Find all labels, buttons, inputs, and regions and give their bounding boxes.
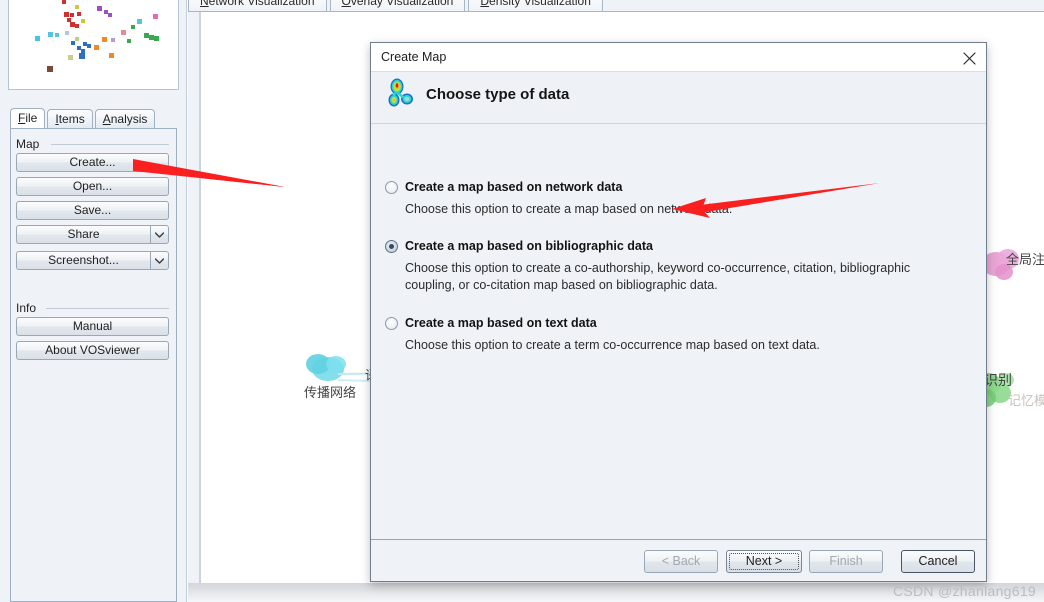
sidebar-tab-items-label: tems: [58, 112, 85, 126]
about-vosviewer-button[interactable]: About VOSviewer: [16, 341, 169, 360]
option-network-data[interactable]: Create a map based on network data Choos…: [385, 180, 732, 218]
radio-network-data[interactable]: [385, 180, 398, 194]
option-text-data[interactable]: Create a map based on text data Choose t…: [385, 316, 820, 354]
share-dropdown-chevron-down-icon[interactable]: [150, 225, 169, 244]
create-map-dialog: Create Map Choose type of data Create a …: [370, 42, 987, 582]
share-button[interactable]: Share: [16, 225, 150, 244]
save-map-button[interactable]: Save...: [16, 201, 169, 220]
create-map-button[interactable]: Create...: [16, 153, 169, 172]
node-label-chuanbowangluo: 传播网络: [304, 385, 357, 400]
option-bibliographic-data-description: Choose this option to create a co-author…: [405, 261, 911, 292]
tab-density-visualization-label: ensity Visualization: [489, 0, 591, 8]
map-overview-thumbnail[interactable]: [8, 0, 179, 90]
sidebar-tab-items[interactable]: Items: [47, 109, 93, 128]
cancel-button[interactable]: Cancel: [901, 550, 975, 573]
group-rule-map: [51, 144, 169, 145]
back-button[interactable]: < Back: [644, 550, 718, 573]
vosviewer-density-icon: [383, 76, 419, 112]
radio-bibliographic-data[interactable]: [385, 239, 398, 253]
dialog-body: Create a map based on network data Choos…: [371, 125, 986, 539]
node-label-quanju-zhuyili: 全局注意力机: [1006, 252, 1044, 267]
tab-density-visualization-mnemonic: D: [480, 0, 490, 8]
group-rule-info: [46, 308, 169, 309]
close-icon[interactable]: [958, 47, 980, 69]
dialog-title: Create Map: [381, 50, 447, 64]
sidebar-tab-file-label: ile: [25, 111, 38, 125]
watermark: CSDN @zhanlang619: [892, 583, 1036, 599]
finish-button[interactable]: Finish: [809, 550, 883, 573]
next-button[interactable]: Next >: [726, 550, 802, 573]
canvas-left-gutter: [188, 12, 200, 602]
tab-network-visualization-label: etwork Visualization: [208, 0, 315, 8]
tab-network-visualization-mnemonic: N: [200, 0, 209, 8]
dialog-titlebar: Create Map: [371, 43, 986, 72]
dialog-header-title: Choose type of data: [426, 86, 570, 103]
open-map-button[interactable]: Open...: [16, 177, 169, 196]
left-control-panel: File Items Analysis Map Create... Open..…: [0, 0, 187, 602]
node-label-shibie: 识别: [984, 372, 1012, 388]
option-network-data-description: Choose this option to create a map based…: [405, 202, 733, 216]
visualization-tabstrip: Network Visualization Overlay Visualizat…: [188, 0, 1044, 12]
option-text-data-label: Create a map based on text data: [405, 316, 597, 330]
sidebar-file-panel: Map Create... Open... Save... Share Scre…: [10, 128, 177, 602]
option-network-data-label: Create a map based on network data: [405, 180, 623, 194]
sidebar-tabs: File Items Analysis: [10, 108, 157, 128]
option-text-data-description: Choose this option to create a term co-o…: [405, 338, 820, 352]
group-label-map: Map: [16, 137, 45, 151]
dialog-header: Choose type of data: [371, 72, 986, 124]
node-cluster-cyan: [306, 354, 346, 381]
screenshot-button[interactable]: Screenshot...: [16, 251, 150, 270]
manual-button[interactable]: Manual: [16, 317, 169, 336]
sidebar-tab-analysis-label: nalysis: [110, 112, 148, 126]
sidebar-tab-file[interactable]: File: [10, 108, 46, 128]
screenshot-dropdown-chevron-down-icon[interactable]: [150, 251, 169, 270]
sidebar-tab-analysis[interactable]: Analysis: [94, 109, 156, 128]
sidebar-tab-analysis-mnemonic: A: [102, 112, 111, 126]
group-label-info: Info: [16, 301, 42, 315]
dialog-footer: < Back Next > Finish Cancel: [371, 539, 986, 581]
tab-overlay-visualization-label: verlay Visualization: [350, 0, 454, 8]
option-bibliographic-data-label: Create a map based on bibliographic data: [405, 239, 653, 253]
option-bibliographic-data[interactable]: Create a map based on bibliographic data…: [385, 239, 953, 294]
tab-overlay-visualization-mnemonic: O: [341, 0, 351, 8]
radio-text-data[interactable]: [385, 316, 398, 330]
node-label-jiyimoxing: 记忆模型: [1008, 393, 1044, 408]
